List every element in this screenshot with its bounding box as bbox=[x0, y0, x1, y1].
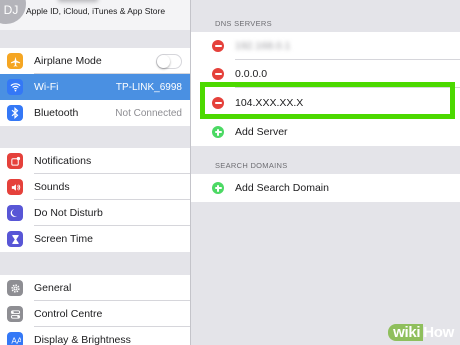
wifi-icon bbox=[7, 79, 23, 95]
dns-servers-header: DNS SERVERS bbox=[215, 19, 272, 28]
avatar: DJ bbox=[0, 0, 26, 24]
sidebar-item-label: Airplane Mode bbox=[34, 55, 102, 67]
add-search-domain-button[interactable] bbox=[212, 182, 224, 194]
sidebar-item-display-brightness[interactable]: AA Display & Brightness bbox=[0, 327, 190, 345]
sidebar-item-label: Wi-Fi bbox=[34, 81, 59, 93]
notifications-icon bbox=[7, 153, 23, 169]
sidebar-item-label: Sounds bbox=[34, 181, 70, 193]
delete-server-button[interactable] bbox=[212, 40, 224, 52]
sidebar-item-label: Notifications bbox=[34, 155, 92, 167]
moon-icon bbox=[7, 205, 23, 221]
wikihow-watermark: wiki How bbox=[388, 324, 454, 341]
account-name-blurred bbox=[58, 0, 98, 2]
bluetooth-status: Not Connected bbox=[115, 107, 182, 119]
sidebar-item-do-not-disturb[interactable]: Do Not Disturb bbox=[0, 200, 190, 226]
add-server-label: Add Server bbox=[235, 126, 288, 138]
display-icon: AA bbox=[7, 332, 23, 345]
sidebar-item-label: Control Centre bbox=[34, 308, 103, 320]
airplane-icon bbox=[7, 53, 23, 69]
apple-id-account-row[interactable]: DJ Apple ID, iCloud, iTunes & App Store bbox=[0, 0, 190, 30]
hourglass-icon bbox=[7, 231, 23, 247]
plus-icon-vertical bbox=[217, 128, 219, 136]
sidebar-item-label: Bluetooth bbox=[34, 107, 79, 119]
svg-text:AA: AA bbox=[11, 336, 21, 345]
add-search-domain-row[interactable]: Add Search Domain bbox=[191, 174, 460, 202]
gear-icon bbox=[7, 280, 23, 296]
sidebar-item-airplane-mode[interactable]: Airplane Mode bbox=[0, 48, 190, 74]
search-domains-header: SEARCH DOMAINS bbox=[215, 161, 288, 170]
airplane-mode-toggle[interactable] bbox=[156, 54, 182, 69]
watermark-part1: wiki bbox=[388, 324, 424, 341]
settings-sidebar: DJ Apple ID, iCloud, iTunes & App Store … bbox=[0, 0, 190, 345]
general-group: General Control Centre AA Display & Brig… bbox=[0, 275, 190, 345]
add-server-button[interactable] bbox=[212, 126, 224, 138]
sidebar-item-control-centre[interactable]: Control Centre bbox=[0, 301, 190, 327]
wifi-detail-panel: DNS SERVERS 192.168.0.1 0.0.0.0 104.XXX.… bbox=[191, 0, 460, 345]
watermark-part2: How bbox=[423, 324, 454, 341]
sidebar-item-bluetooth[interactable]: Bluetooth Not Connected bbox=[0, 100, 190, 126]
sidebar-item-sounds[interactable]: Sounds bbox=[0, 174, 190, 200]
sidebar-item-label: Screen Time bbox=[34, 233, 93, 245]
minus-icon bbox=[214, 73, 222, 75]
sidebar-item-general[interactable]: General bbox=[0, 275, 190, 301]
add-server-row[interactable]: Add Server bbox=[191, 118, 460, 146]
sidebar-item-wifi[interactable]: Wi-Fi TP-LINK_6998 bbox=[0, 74, 190, 100]
control-centre-icon bbox=[7, 306, 23, 322]
notifications-group: Notifications Sounds Do Not Disturb Scre… bbox=[0, 148, 190, 252]
search-domains-list: Add Search Domain bbox=[191, 174, 460, 202]
wifi-network-name: TP-LINK_6998 bbox=[115, 81, 182, 93]
bluetooth-icon bbox=[7, 105, 23, 121]
sidebar-item-screen-time[interactable]: Screen Time bbox=[0, 226, 190, 252]
delete-server-button[interactable] bbox=[212, 68, 224, 80]
highlight-box bbox=[200, 82, 455, 119]
account-subtitle: Apple ID, iCloud, iTunes & App Store bbox=[26, 6, 166, 16]
sidebar-item-label: Display & Brightness bbox=[34, 334, 131, 345]
sidebar-item-label: General bbox=[34, 282, 72, 294]
dns-server-address[interactable]: 192.168.0.1 bbox=[235, 40, 290, 52]
connectivity-group: Airplane Mode Wi-Fi TP-LINK_6998 Bluetoo… bbox=[0, 48, 190, 126]
minus-icon bbox=[214, 45, 222, 47]
sidebar-item-label: Do Not Disturb bbox=[34, 207, 103, 219]
dns-server-row[interactable]: 192.168.0.1 bbox=[191, 32, 460, 60]
sounds-icon bbox=[7, 179, 23, 195]
dns-server-address[interactable]: 0.0.0.0 bbox=[235, 68, 267, 80]
add-search-domain-label: Add Search Domain bbox=[235, 182, 329, 194]
sidebar-item-notifications[interactable]: Notifications bbox=[0, 148, 190, 174]
plus-icon-vertical bbox=[217, 184, 219, 192]
toggle-knob bbox=[157, 55, 170, 68]
